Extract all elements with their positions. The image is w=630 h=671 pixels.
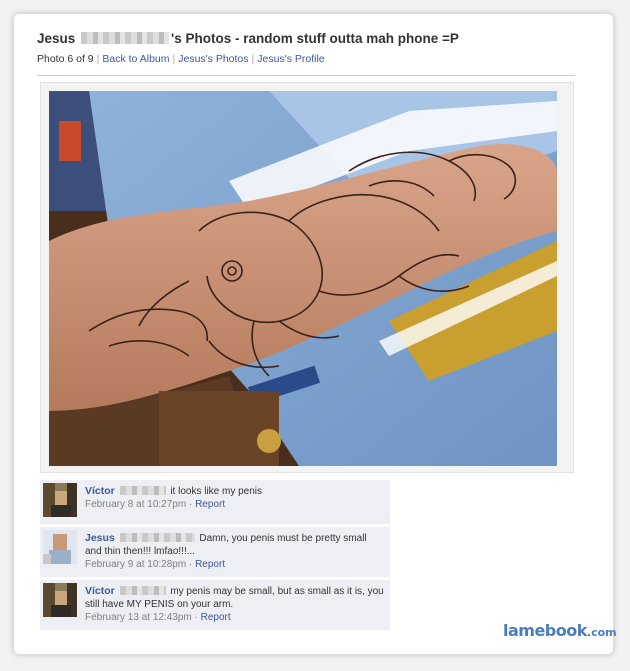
comment-body: Víctor it looks like my penis — [85, 485, 384, 498]
title-owner-name: Jesus — [37, 31, 76, 46]
tattoo-photo[interactable] — [49, 91, 557, 466]
blurred-surname — [119, 532, 195, 542]
commenter-avatar[interactable] — [43, 483, 77, 517]
comment-body: Víctor my penis may be small, but as sma… — [85, 585, 384, 611]
report-link[interactable]: Report — [195, 559, 225, 570]
commenter-avatar[interactable] — [43, 583, 77, 617]
brand-suffix: .com — [586, 626, 617, 639]
photo-position: Photo 6 of 9 — [37, 53, 94, 65]
report-link[interactable]: Report — [195, 499, 225, 510]
comment-item: Víctor it looks like my penis February 8… — [40, 480, 390, 524]
commenter-avatar[interactable] — [43, 530, 77, 564]
comments-list: Víctor it looks like my penis February 8… — [40, 480, 390, 633]
blurred-surname — [119, 485, 166, 495]
comment-author[interactable]: Jesus — [85, 532, 115, 544]
comment-timestamp: February 8 at 10:27pm — [85, 499, 187, 510]
comment-body: Jesus Damn, you penis must be pretty sma… — [85, 532, 384, 558]
photo-frame — [40, 82, 574, 473]
comment-author[interactable]: Víctor — [85, 485, 115, 497]
lamebook-watermark: lamebook.com — [503, 621, 617, 640]
comment-item: Jesus Damn, you penis must be pretty sma… — [40, 527, 390, 577]
report-link[interactable]: Report — [201, 612, 231, 623]
back-to-album-link[interactable]: Back to Album — [102, 53, 169, 65]
photo-navigation: Photo 6 of 9 | Back to Album | Jesus's Photo… — [37, 53, 325, 65]
blurred-surname — [81, 32, 170, 45]
title-album-name: 's Photos - random stuff outta mah phone… — [171, 31, 459, 46]
comment-text: it looks like my penis — [170, 486, 263, 497]
comment-meta: February 9 at 10:28pm · Report — [85, 559, 226, 570]
owner-photos-link[interactable]: Jesus's Photos — [178, 53, 248, 65]
page-title: Jesus 's Photos - random stuff outta mah… — [37, 31, 459, 46]
comment-timestamp: February 9 at 10:28pm — [85, 559, 187, 570]
comment-timestamp: February 13 at 12:43pm — [85, 612, 192, 623]
blurred-surname — [119, 585, 166, 595]
divider — [37, 75, 575, 76]
comment-meta: February 13 at 12:43pm · Report — [85, 612, 231, 623]
comment-item: Víctor my penis may be small, but as sma… — [40, 580, 390, 630]
brand-name: lamebook — [503, 621, 587, 640]
comment-author[interactable]: Víctor — [85, 585, 115, 597]
photo-page-card: Jesus 's Photos - random stuff outta mah… — [13, 13, 617, 655]
comment-meta: February 8 at 10:27pm · Report — [85, 499, 226, 510]
owner-profile-link[interactable]: Jesus's Profile — [257, 53, 324, 65]
